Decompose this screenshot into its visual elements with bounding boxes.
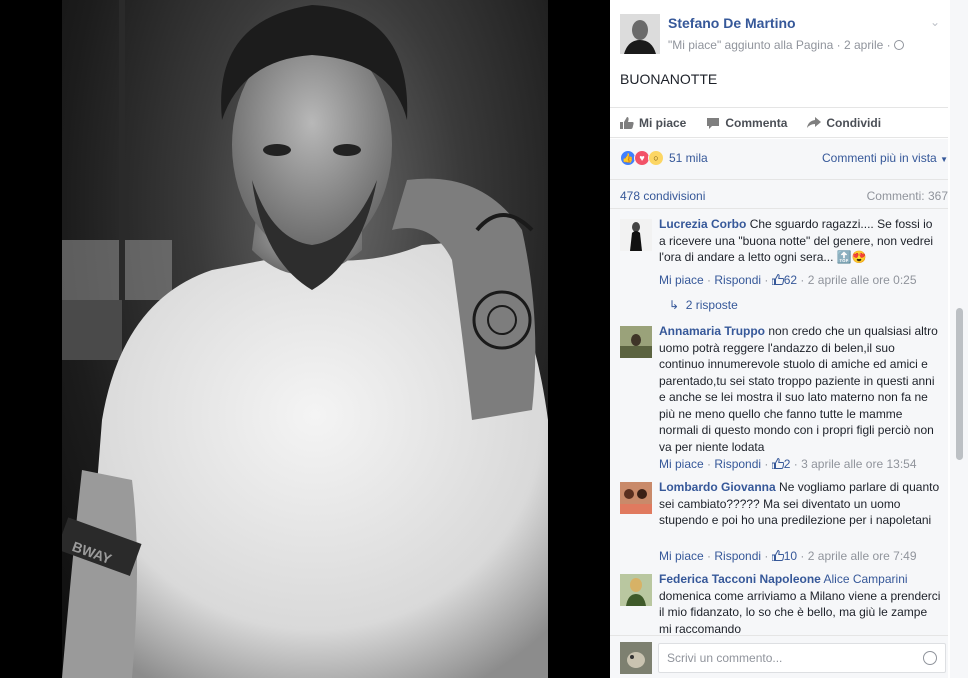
post-photo[interactable]: BWAY xyxy=(62,0,548,678)
comment-meta: Mi piace · Rispondi · 62 · 2 aprile alle… xyxy=(659,273,917,287)
comment-body: Lombardo Giovanna Ne vogliamo parlare di… xyxy=(659,479,941,529)
photo-illustration: BWAY xyxy=(62,0,548,678)
share-button-label: Condividi xyxy=(826,115,882,130)
comment-button-label: Commenta xyxy=(725,115,788,130)
comment-likes-count: 2 xyxy=(783,457,791,471)
comment-reply-link[interactable]: Rispondi xyxy=(714,273,761,287)
share-button[interactable]: Condividi xyxy=(807,116,881,130)
comment-like-link[interactable]: Mi piace xyxy=(659,457,704,471)
comment-author[interactable]: Annamaria Truppo xyxy=(659,324,765,338)
shares-count[interactable]: 478 condivisioni xyxy=(620,189,705,203)
comment-body: Federica Tacconi Napoleone Alice Campari… xyxy=(659,571,941,635)
comment-likes[interactable]: 62 xyxy=(771,273,798,287)
thumbs-up-icon xyxy=(620,116,634,129)
replies-label: 2 risposte xyxy=(685,298,738,312)
page-name[interactable]: Stefano De Martino xyxy=(668,15,796,31)
post-text: BUONANOTTE xyxy=(620,71,718,87)
comment-likes[interactable]: 10 xyxy=(771,549,798,563)
emoji-icon[interactable] xyxy=(923,651,937,665)
chevron-down-icon[interactable]: ⌄ xyxy=(930,15,940,29)
reply-arrow-icon: ↳ xyxy=(669,298,680,312)
like-button-label: Mi piace xyxy=(639,115,687,130)
reactions-summary[interactable]: 👍 ♥ ○ 51 mila xyxy=(620,150,708,166)
photo-viewer: BWAY xyxy=(0,0,610,678)
comment-body: Annamaria Truppo non credo che un qualsi… xyxy=(659,323,941,455)
comment-input[interactable]: Scrivi un commento... xyxy=(658,643,946,673)
comment-author[interactable]: Federica Tacconi Napoleone xyxy=(659,572,821,586)
thumbs-up-icon xyxy=(771,550,784,561)
comment-meta: Mi piace · Rispondi · 10 · 2 aprile alle… xyxy=(659,549,917,563)
comment-time[interactable]: 2 aprile alle ore 7:49 xyxy=(808,549,917,563)
comments-count: Commenti: 367 xyxy=(866,189,948,203)
comment-likes-count: 62 xyxy=(783,273,798,287)
reactions-count: 51 mila xyxy=(669,151,708,165)
comment-time[interactable]: 3 aprile alle ore 13:54 xyxy=(801,457,916,471)
comment-likes-count: 10 xyxy=(783,549,798,563)
post-meta: "Mi piace" aggiunto alla Pagina · 2 apri… xyxy=(668,38,904,52)
commenter-avatar[interactable] xyxy=(620,326,652,358)
page-avatar[interactable] xyxy=(620,14,660,54)
comment-button[interactable]: Commenta xyxy=(706,116,787,130)
tagged-user[interactable]: Alice Camparini xyxy=(824,572,908,586)
post-side-panel: Stefano De Martino "Mi piace" aggiunto a… xyxy=(610,0,968,678)
post-actions: Mi piace Commenta Condividi xyxy=(610,108,948,138)
comment-sort-label: Commenti più in vista xyxy=(822,151,937,165)
comment-text: non credo che un qualsiasi altro uomo po… xyxy=(659,324,938,454)
comment-author[interactable]: Lombardo Giovanna xyxy=(659,480,776,494)
commenter-avatar[interactable] xyxy=(620,574,652,606)
comment-input-placeholder: Scrivi un commento... xyxy=(667,651,783,665)
like-button[interactable]: Mi piace xyxy=(620,116,686,130)
comment-author[interactable]: Lucrezia Corbo xyxy=(659,217,746,231)
post-meta-text: "Mi piace" aggiunto alla Pagina · 2 apri… xyxy=(668,38,891,52)
comment-likes[interactable]: 2 xyxy=(771,457,791,471)
comments-section: 👍 ♥ ○ 51 mila Commenti più in vista ▼ 47… xyxy=(610,139,948,678)
comment-like-link[interactable]: Mi piace xyxy=(659,549,704,563)
post-stats: 478 condivisioni Commenti: 367 xyxy=(610,179,948,209)
commenter-avatar[interactable] xyxy=(620,219,652,251)
comment-meta: Mi piace · Rispondi · 2 · 3 aprile alle … xyxy=(659,457,917,471)
comment-composer: Scrivi un commento... xyxy=(610,635,948,678)
view-replies-link[interactable]: ↳ 2 risposte xyxy=(669,298,738,312)
current-user-avatar xyxy=(620,642,652,674)
comment-clip: Federica Tacconi Napoleone Alice Campari… xyxy=(610,569,948,635)
commenter-avatar[interactable] xyxy=(620,482,652,514)
panel-scrollbar-thumb[interactable] xyxy=(956,308,963,460)
comment-time[interactable]: 2 aprile alle ore 0:25 xyxy=(808,273,917,287)
comment-sort-dropdown[interactable]: Commenti più in vista ▼ xyxy=(822,151,948,165)
caret-down-icon: ▼ xyxy=(940,155,948,164)
comment-icon xyxy=(707,117,720,129)
comment-reply-link[interactable]: Rispondi xyxy=(714,549,761,563)
comment-emoji: 🔝😍 xyxy=(836,250,867,264)
comment-text: domenica come arriviamo a Milano viene a… xyxy=(659,588,941,636)
thumbs-up-icon xyxy=(771,274,784,285)
thumbs-up-icon xyxy=(771,458,784,469)
post-header: Stefano De Martino "Mi piace" aggiunto a… xyxy=(610,0,948,108)
comment-reply-link[interactable]: Rispondi xyxy=(714,457,761,471)
comment-body: Lucrezia Corbo Che sguardo ragazzi.... S… xyxy=(659,216,941,266)
wow-reaction-icon: ○ xyxy=(648,150,664,166)
share-icon xyxy=(807,116,822,128)
comment-like-link[interactable]: Mi piace xyxy=(659,273,704,287)
globe-icon xyxy=(893,40,904,50)
